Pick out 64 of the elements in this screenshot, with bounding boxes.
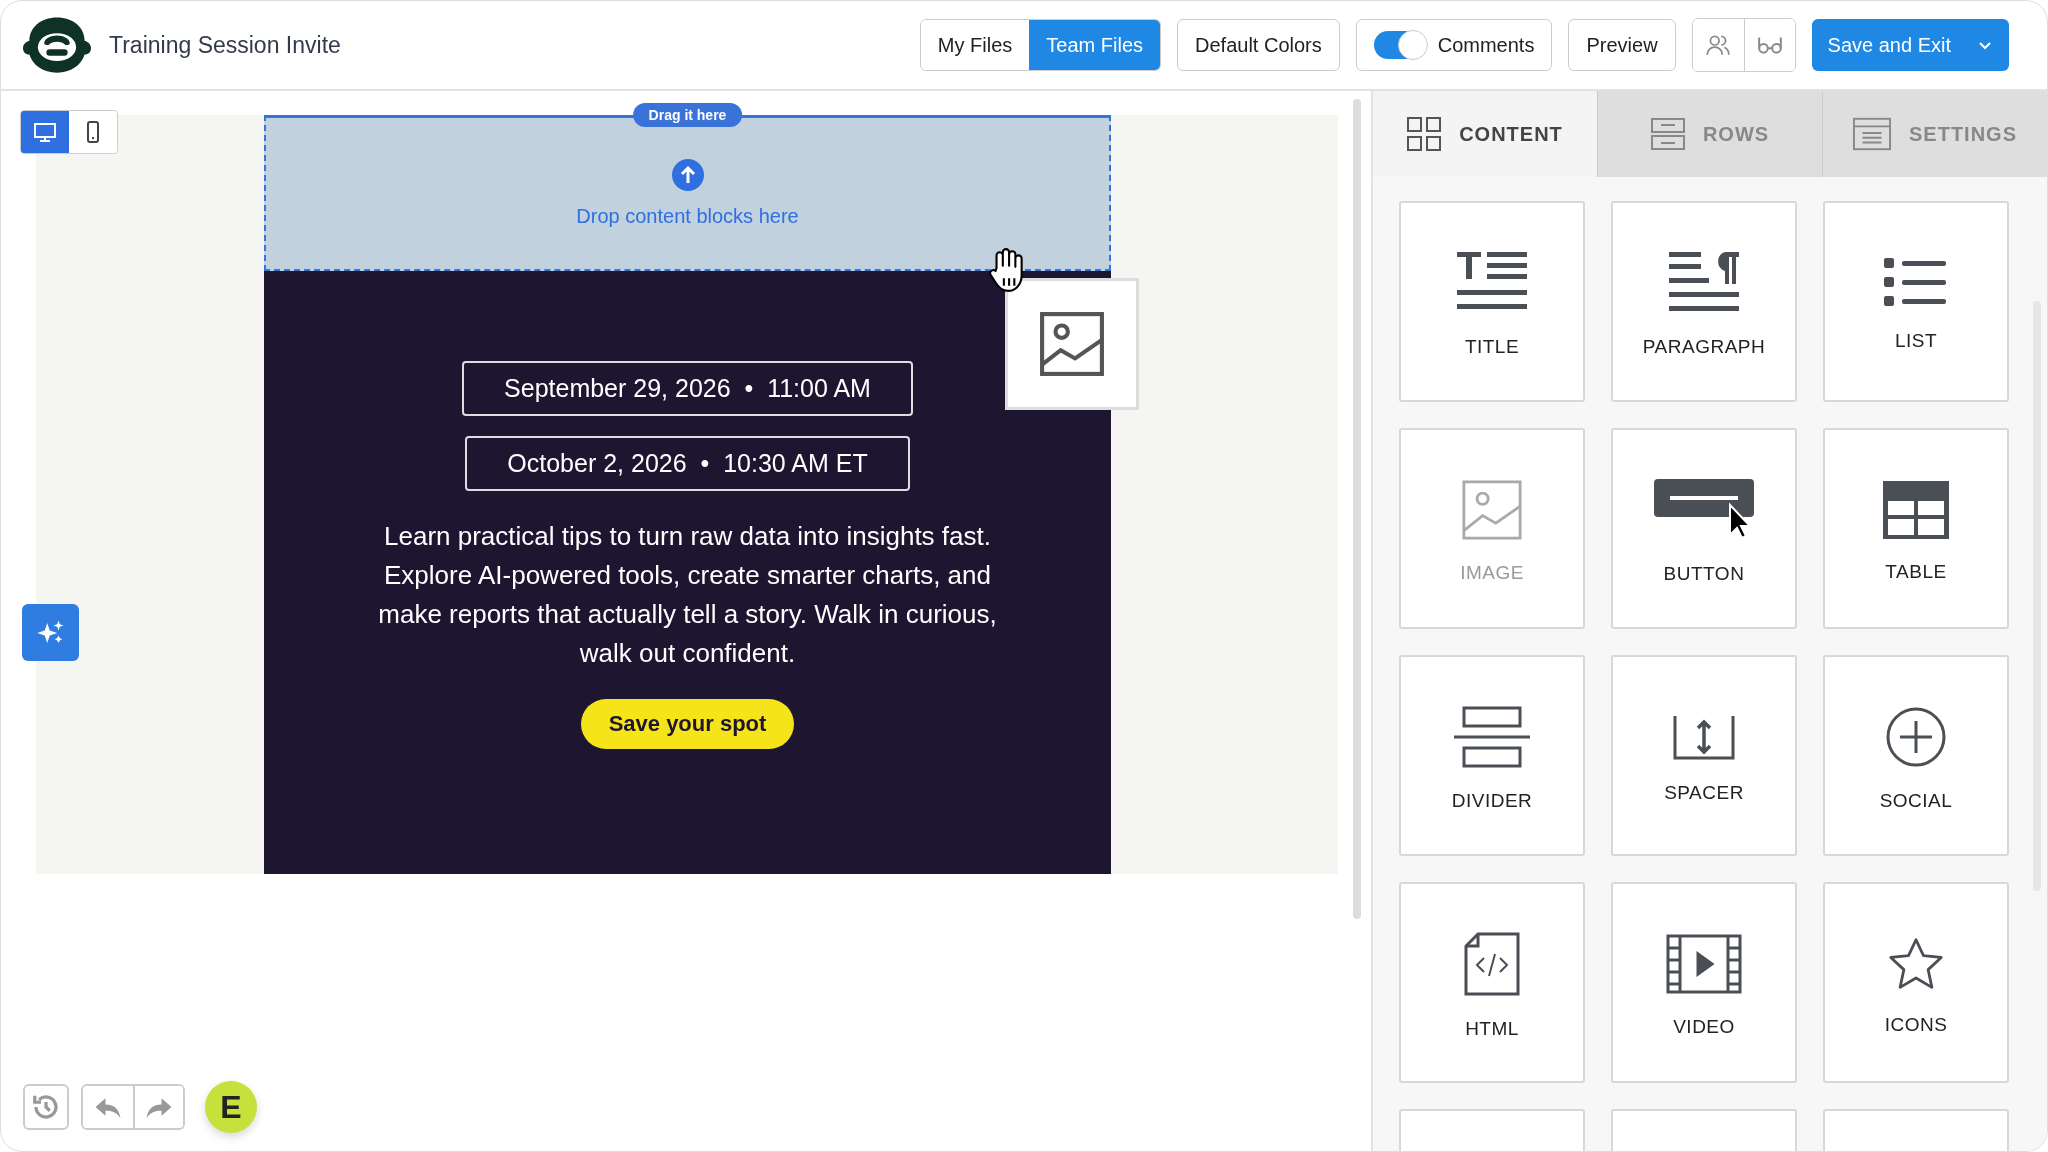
rows-icon [1650, 117, 1685, 151]
block-label: HTML [1465, 1017, 1519, 1040]
redo-icon[interactable] [133, 1086, 183, 1128]
drag-hint-label: Drag it here [632, 103, 743, 127]
block-label: PARAGRAPH [1642, 335, 1766, 358]
content-block-tile[interactable]: DIVIDER [1399, 655, 1585, 856]
date-time-label: October 2, 2026 • 10:30 AM ET [465, 436, 910, 491]
grid-icon [1407, 117, 1442, 151]
block-label: SOCIAL [1879, 789, 1953, 812]
code-file-icon [1464, 931, 1520, 996]
star-icon [1888, 935, 1944, 992]
toggle-switch[interactable] [1373, 31, 1426, 59]
user-avatar[interactable]: E [205, 1081, 257, 1133]
list-block-icon [1884, 257, 1948, 308]
email-section[interactable] [264, 271, 1111, 874]
block-label: SPACER [1664, 781, 1744, 804]
document-title: Training Session Invite [109, 31, 341, 59]
block-label: TABLE [1885, 560, 1947, 583]
file-tab[interactable]: Team Files [1029, 20, 1160, 70]
event-description: Learn practical tips to turn raw data into insights fast. Explore AI-powered tools, create smarter charts, and make reports that actually tell a story. Walk in curious, walk out confident. [377, 520, 998, 670]
content-block-tile[interactable]: HTML [1399, 882, 1585, 1083]
plus-circle-icon [1885, 705, 1947, 768]
image-icon [1039, 311, 1105, 377]
comments-label: Comments [1437, 33, 1535, 57]
save-and-exit-button[interactable]: Save and Exit [1811, 19, 2009, 71]
drop-zone-text: Drop content blocks here [576, 205, 799, 228]
block-label: IMAGE [1460, 561, 1524, 584]
save-your-spot-button[interactable]: Save your spot [580, 699, 795, 749]
divider-block-icon [1454, 705, 1530, 768]
table-block-icon [1883, 480, 1949, 539]
preview-button[interactable]: Preview [1568, 19, 1676, 71]
content-block-tile[interactable]: PARAGRAPH [1611, 201, 1797, 402]
block-label: BUTTON [1663, 562, 1745, 585]
block-label: VIDEO [1673, 1015, 1735, 1038]
scrollbar[interactable] [1353, 99, 1361, 919]
content-block-tile[interactable]: SPACER [1611, 655, 1797, 856]
image-block-icon [1462, 479, 1522, 540]
block-label: LIST [1894, 329, 1938, 352]
content-block-tile[interactable]: VIDEO [1611, 882, 1797, 1083]
content-block-tile[interactable]: ICONS [1823, 882, 2009, 1083]
content-block-tile[interactable]: BUTTON [1611, 428, 1797, 629]
monkey-logo [23, 15, 91, 75]
settings-icon [1853, 117, 1891, 151]
block-label: TITLE [1464, 335, 1520, 358]
ai-sparkle-button[interactable] [22, 604, 79, 661]
comments-toggle-button[interactable]: Comments [1355, 19, 1553, 71]
paragraph-block-icon [1669, 251, 1739, 314]
film-icon [1666, 933, 1742, 994]
content-block-tile[interactable]: TABLE [1823, 428, 2009, 629]
glasses-icon[interactable] [1743, 19, 1795, 71]
content-block-tile[interactable]: TITLE [1399, 201, 1585, 402]
dragged-image-block[interactable] [1005, 278, 1139, 410]
block-label: ICONS [1884, 1013, 1948, 1036]
block-label: DIVIDER [1451, 789, 1533, 812]
monitor-icon [33, 120, 57, 144]
content-block-tile[interactable]: LIST [1823, 201, 2009, 402]
spacer-block-icon [1673, 713, 1735, 760]
default-colors-button[interactable]: Default Colors [1177, 19, 1340, 71]
mobile-view-button[interactable] [69, 111, 117, 153]
history-icon[interactable] [23, 1084, 69, 1130]
date-time-label: September 29, 2026 • 11:00 AM [462, 361, 913, 416]
desktop-view-button[interactable] [21, 111, 69, 153]
panel-tab[interactable]: CONTENT [1373, 91, 1597, 177]
content-block-tile[interactable]: SOCIAL [1823, 655, 2009, 856]
